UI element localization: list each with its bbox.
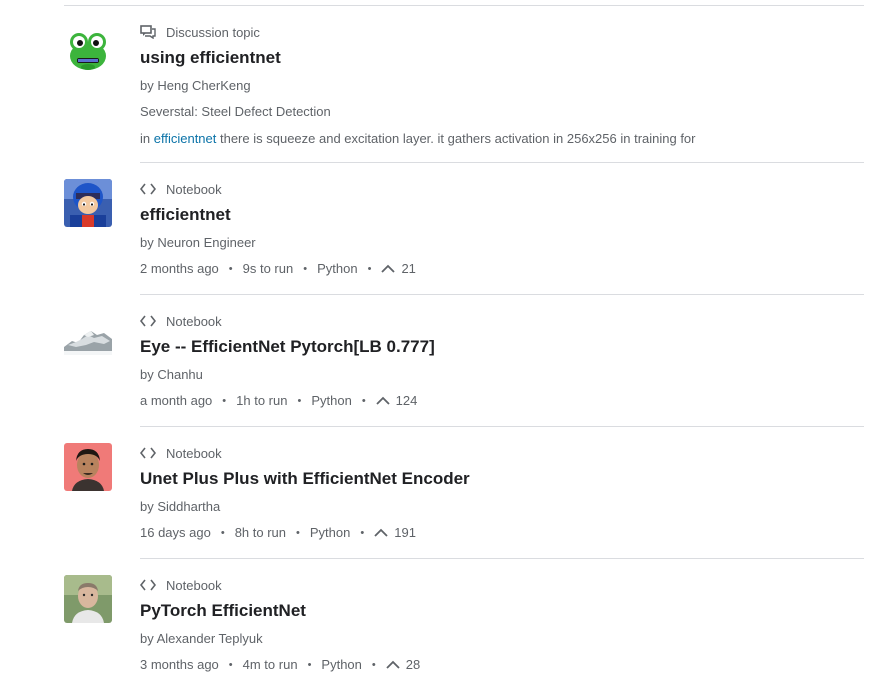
avatar[interactable] [64, 575, 112, 623]
search-result-notebook[interactable]: Notebook Unet Plus Plus with EfficientNe… [0, 427, 886, 559]
result-author[interactable]: by Neuron Engineer [140, 235, 256, 250]
result-age: 2 months ago [140, 261, 219, 276]
search-result-notebook[interactable]: Notebook PyTorch EfficientNet by Alexand… [0, 559, 886, 682]
result-age: 3 months ago [140, 657, 219, 672]
result-meta: 3 months ago • 4m to run • Python • 28 [140, 657, 420, 672]
code-icon [140, 577, 158, 593]
result-title[interactable]: PyTorch EfficientNet [140, 601, 306, 621]
separator: • [367, 262, 372, 275]
result-author[interactable]: by Alexander Teplyuk [140, 631, 263, 646]
discussion-icon [140, 24, 158, 40]
upvote-icon[interactable] [386, 659, 402, 671]
result-runtime: 4m to run [242, 657, 298, 672]
vote-count: 21 [401, 261, 416, 276]
snippet-text: there is squeeze and excitation layer. i… [216, 131, 696, 146]
result-age: a month ago [140, 393, 213, 408]
result-type-label: Discussion topic [166, 24, 260, 40]
separator: • [220, 526, 225, 539]
result-runtime: 1h to run [236, 393, 288, 408]
vote-count: 28 [405, 657, 421, 672]
search-result-discussion[interactable]: Discussion topic using efficientnet by H… [0, 6, 886, 162]
separator: • [371, 658, 376, 671]
result-language: Python [317, 261, 358, 276]
separator: • [303, 262, 308, 275]
result-title[interactable]: efficientnet [140, 205, 231, 225]
upvote-icon[interactable] [381, 263, 397, 275]
result-title[interactable]: using efficientnet [140, 48, 281, 68]
result-language: Python [321, 657, 362, 672]
result-competition[interactable]: Severstal: Steel Defect Detection [140, 104, 331, 119]
vote-count: 124 [395, 393, 418, 408]
result-title[interactable]: Eye -- EfficientNet Pytorch[LB 0.777] [140, 337, 435, 357]
search-result-notebook[interactable]: Notebook Eye -- EfficientNet Pytorch[LB … [0, 295, 886, 427]
snippet-prefix: in [140, 131, 154, 146]
result-author[interactable]: by Heng CherKeng [140, 78, 251, 93]
separator: • [307, 658, 312, 671]
result-type-label: Notebook [166, 445, 222, 461]
avatar[interactable] [64, 311, 112, 359]
avatar[interactable] [64, 443, 112, 491]
search-result-notebook[interactable]: Notebook efficientnet by Neuron Engineer… [0, 163, 886, 295]
result-type-label: Notebook [166, 577, 222, 593]
result-language: Python [309, 525, 351, 540]
result-age: 16 days ago [140, 525, 211, 540]
result-meta: a month ago • 1h to run • Python • 124 [140, 393, 417, 408]
result-type-label: Notebook [166, 313, 222, 329]
separator: • [297, 394, 302, 407]
result-meta: 2 months ago • 9s to run • Python • 21 [140, 261, 416, 276]
snippet-link[interactable]: efficientnet [154, 131, 217, 146]
separator: • [296, 526, 300, 539]
result-meta: 16 days ago • 8h to run • Python • 191 [140, 525, 416, 540]
separator: • [228, 658, 233, 671]
result-runtime: 9s to run [242, 261, 294, 276]
separator: • [228, 262, 233, 275]
code-icon [140, 181, 158, 197]
avatar[interactable] [64, 179, 112, 227]
vote-count: 191 [394, 525, 416, 540]
result-author[interactable]: by Chanhu [140, 367, 203, 382]
upvote-icon[interactable] [376, 395, 392, 407]
separator: • [222, 394, 227, 407]
avatar[interactable] [64, 28, 112, 76]
result-author[interactable]: by Siddhartha [140, 499, 220, 514]
result-snippet: in efficientnet there is squeeze and exc… [140, 131, 696, 146]
result-language: Python [311, 393, 352, 408]
separator: • [361, 394, 366, 407]
upvote-icon[interactable] [374, 527, 390, 539]
result-title[interactable]: Unet Plus Plus with EfficientNet Encoder [140, 469, 470, 489]
code-icon [140, 445, 158, 461]
code-icon [140, 313, 158, 329]
result-type-label: Notebook [166, 181, 222, 197]
result-runtime: 8h to run [234, 525, 287, 540]
separator: • [360, 526, 365, 539]
competition-name[interactable]: Severstal: Steel Defect Detection [140, 104, 331, 119]
